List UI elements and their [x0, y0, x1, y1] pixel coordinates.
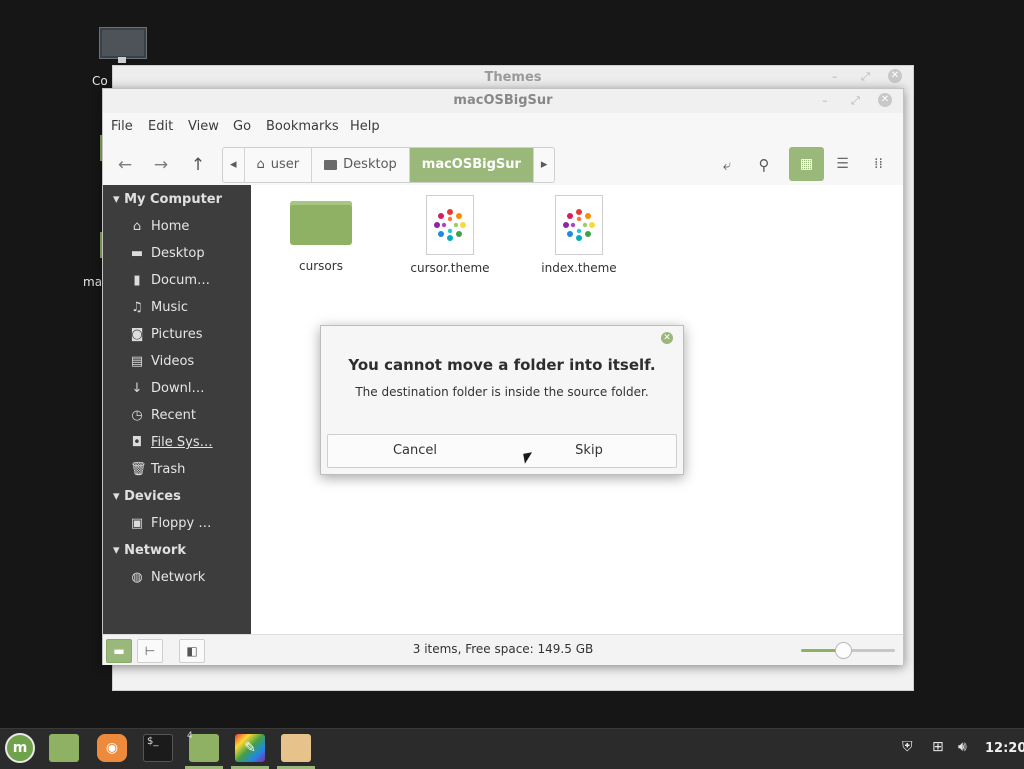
- download-icon: ↓: [131, 381, 143, 396]
- compact-view-button[interactable]: ⁞⁞: [861, 147, 896, 181]
- shield-icon[interactable]: ⛨: [902, 739, 913, 755]
- close-button[interactable]: ✕: [888, 69, 902, 83]
- zoom-slider[interactable]: [801, 642, 895, 659]
- menu-help[interactable]: Help: [350, 119, 380, 134]
- theme-file-icon: [426, 195, 474, 255]
- search-icon[interactable]: ⚲: [753, 154, 775, 176]
- mint-menu-icon[interactable]: m: [5, 733, 35, 763]
- document-icon: ▮: [133, 273, 141, 288]
- file-item-theme[interactable]: cursor.theme: [400, 195, 500, 275]
- sidebar-item-file-system[interactable]: ◘ File Sys…: [130, 435, 213, 450]
- file-name: cursors: [299, 259, 343, 273]
- clock-icon: ◷: [131, 408, 143, 423]
- home-icon: ⌂: [256, 157, 265, 172]
- monitor-stand: [118, 57, 126, 63]
- toggle-location-icon[interactable]: ⤶: [716, 154, 738, 176]
- breadcrumb-user[interactable]: ⌂ user: [245, 148, 313, 182]
- paint-icon[interactable]: ✎: [235, 734, 265, 762]
- file-name: index.theme: [541, 261, 617, 275]
- sidebar-heading-devices[interactable]: ▾ Devices: [113, 489, 181, 504]
- sidebar-item-pictures[interactable]: ◙ Pictures: [130, 327, 203, 342]
- globe-icon: ◍: [131, 570, 143, 585]
- sidebar-item-floppy[interactable]: ▣ Floppy …: [130, 516, 212, 531]
- drive-icon: ◘: [131, 435, 143, 450]
- minimize-button[interactable]: –: [832, 70, 838, 83]
- folder-icon: [324, 160, 338, 170]
- menu-go[interactable]: Go: [233, 119, 251, 134]
- sidebar-item-downloads[interactable]: ↓ Downl…: [130, 381, 205, 396]
- status-bar: ▬ ⊢ ◧ 3 items, Free space: 149.5 GB: [103, 634, 903, 665]
- files-icon[interactable]: [189, 734, 219, 762]
- breadcrumb-desktop-label: Desktop: [343, 157, 397, 172]
- trash-icon: 🗑: [130, 462, 147, 477]
- cancel-button[interactable]: Cancel: [327, 434, 503, 468]
- sidebar-item-trash[interactable]: 🗑 Trash: [130, 462, 185, 477]
- themes-window-title: Themes: [113, 66, 913, 90]
- dialog-title: You cannot move a folder into itself.: [348, 356, 656, 374]
- sidebar-item-videos[interactable]: ▤ Videos: [130, 354, 194, 369]
- maximize-button[interactable]: ⤢: [861, 70, 870, 84]
- taskbar: m ◉ $_ 4 ✎ ⛨ ⊞ 🔊︎ 12:20: [0, 728, 1024, 769]
- forward-arrow-icon[interactable]: →: [150, 154, 172, 176]
- sidebar-item-music[interactable]: ♫ Music: [130, 300, 188, 315]
- menu-view[interactable]: View: [188, 119, 219, 134]
- sidebar-item-recent[interactable]: ◷ Recent: [130, 408, 196, 423]
- sidebar: ▾ My Computer ⌂ Home ▬ Desktop ▮ Docum… ♫ Mu…: [103, 185, 251, 634]
- breadcrumb-right-chevron-icon[interactable]: ▸: [534, 148, 555, 182]
- menu-bookmarks[interactable]: Bookmarks: [266, 119, 339, 134]
- zoom-slider-knob[interactable]: [835, 642, 852, 659]
- file-item-folder[interactable]: cursors: [271, 195, 371, 273]
- sidebar-item-documents[interactable]: ▮ Docum…: [130, 273, 210, 288]
- sidebar-heading-network[interactable]: ▾ Network: [113, 543, 186, 558]
- volume-icon[interactable]: 🔊︎: [958, 739, 967, 755]
- breadcrumb-user-label: user: [270, 157, 300, 172]
- list-view-button[interactable]: ☰: [825, 147, 860, 181]
- breadcrumb: ◂ ⌂ user Desktop macOSBigSur ▸: [222, 147, 556, 183]
- floppy-icon: ▣: [130, 516, 144, 531]
- breadcrumb-desktop[interactable]: Desktop: [312, 148, 410, 182]
- file-name: cursor.theme: [410, 261, 490, 275]
- toolbar: ← → ↑ ◂ ⌂ user Desktop macOSBigSur ▸ ⤶ ⚲…: [103, 145, 903, 186]
- menubar: File Edit View Go Bookmarks Help: [103, 115, 903, 139]
- dialog-message: The destination folder is inside the sou…: [355, 385, 649, 399]
- desktop-icon-label[interactable]: Co: [92, 74, 108, 88]
- theme-file-icon: [555, 195, 603, 255]
- maximize-button[interactable]: ⤢: [851, 94, 860, 108]
- back-arrow-icon[interactable]: ←: [114, 154, 136, 176]
- firefox-icon[interactable]: ◉: [97, 734, 127, 762]
- window-title: macOSBigSur: [103, 89, 903, 113]
- computer-desktop-icon[interactable]: [99, 27, 147, 59]
- archive-icon[interactable]: [281, 734, 311, 762]
- folder-icon: [290, 201, 352, 245]
- home-icon: ⌂: [132, 219, 142, 234]
- show-desktop-icon[interactable]: [49, 734, 79, 762]
- terminal-icon[interactable]: $_: [143, 734, 173, 762]
- workspace-badge: 4: [187, 731, 193, 741]
- menu-edit[interactable]: Edit: [148, 119, 173, 134]
- camera-icon: ◙: [130, 327, 144, 342]
- network-icon[interactable]: ⊞: [932, 739, 944, 755]
- icon-view-button[interactable]: ▦: [789, 147, 824, 181]
- breadcrumb-left-chevron-icon[interactable]: ◂: [223, 148, 245, 182]
- sidebar-heading-my-computer[interactable]: ▾ My Computer: [113, 192, 222, 207]
- close-button[interactable]: ✕: [878, 93, 892, 107]
- music-icon: ♫: [131, 300, 143, 315]
- up-arrow-icon[interactable]: ↑: [187, 154, 209, 176]
- error-dialog: ✕ You cannot move a folder into itself. …: [320, 325, 684, 475]
- status-text: 3 items, Free space: 149.5 GB: [412, 642, 594, 656]
- clock[interactable]: 12:20: [985, 741, 1024, 756]
- mouse-pointer-icon: [523, 452, 534, 464]
- sidebar-item-desktop[interactable]: ▬ Desktop: [130, 246, 205, 261]
- desktop-icon-label[interactable]: ma: [83, 275, 102, 289]
- sidebar-item-home[interactable]: ⌂ Home: [130, 219, 190, 234]
- menu-file[interactable]: File: [111, 119, 133, 134]
- breadcrumb-current[interactable]: macOSBigSur: [409, 148, 534, 182]
- sidebar-item-network[interactable]: ◍ Network: [130, 570, 205, 585]
- dialog-close-icon[interactable]: ✕: [661, 332, 673, 344]
- folder-icon: ▬: [130, 246, 144, 261]
- minimize-button[interactable]: –: [822, 94, 828, 107]
- film-icon: ▤: [130, 354, 144, 369]
- file-item-theme[interactable]: index.theme: [529, 195, 629, 275]
